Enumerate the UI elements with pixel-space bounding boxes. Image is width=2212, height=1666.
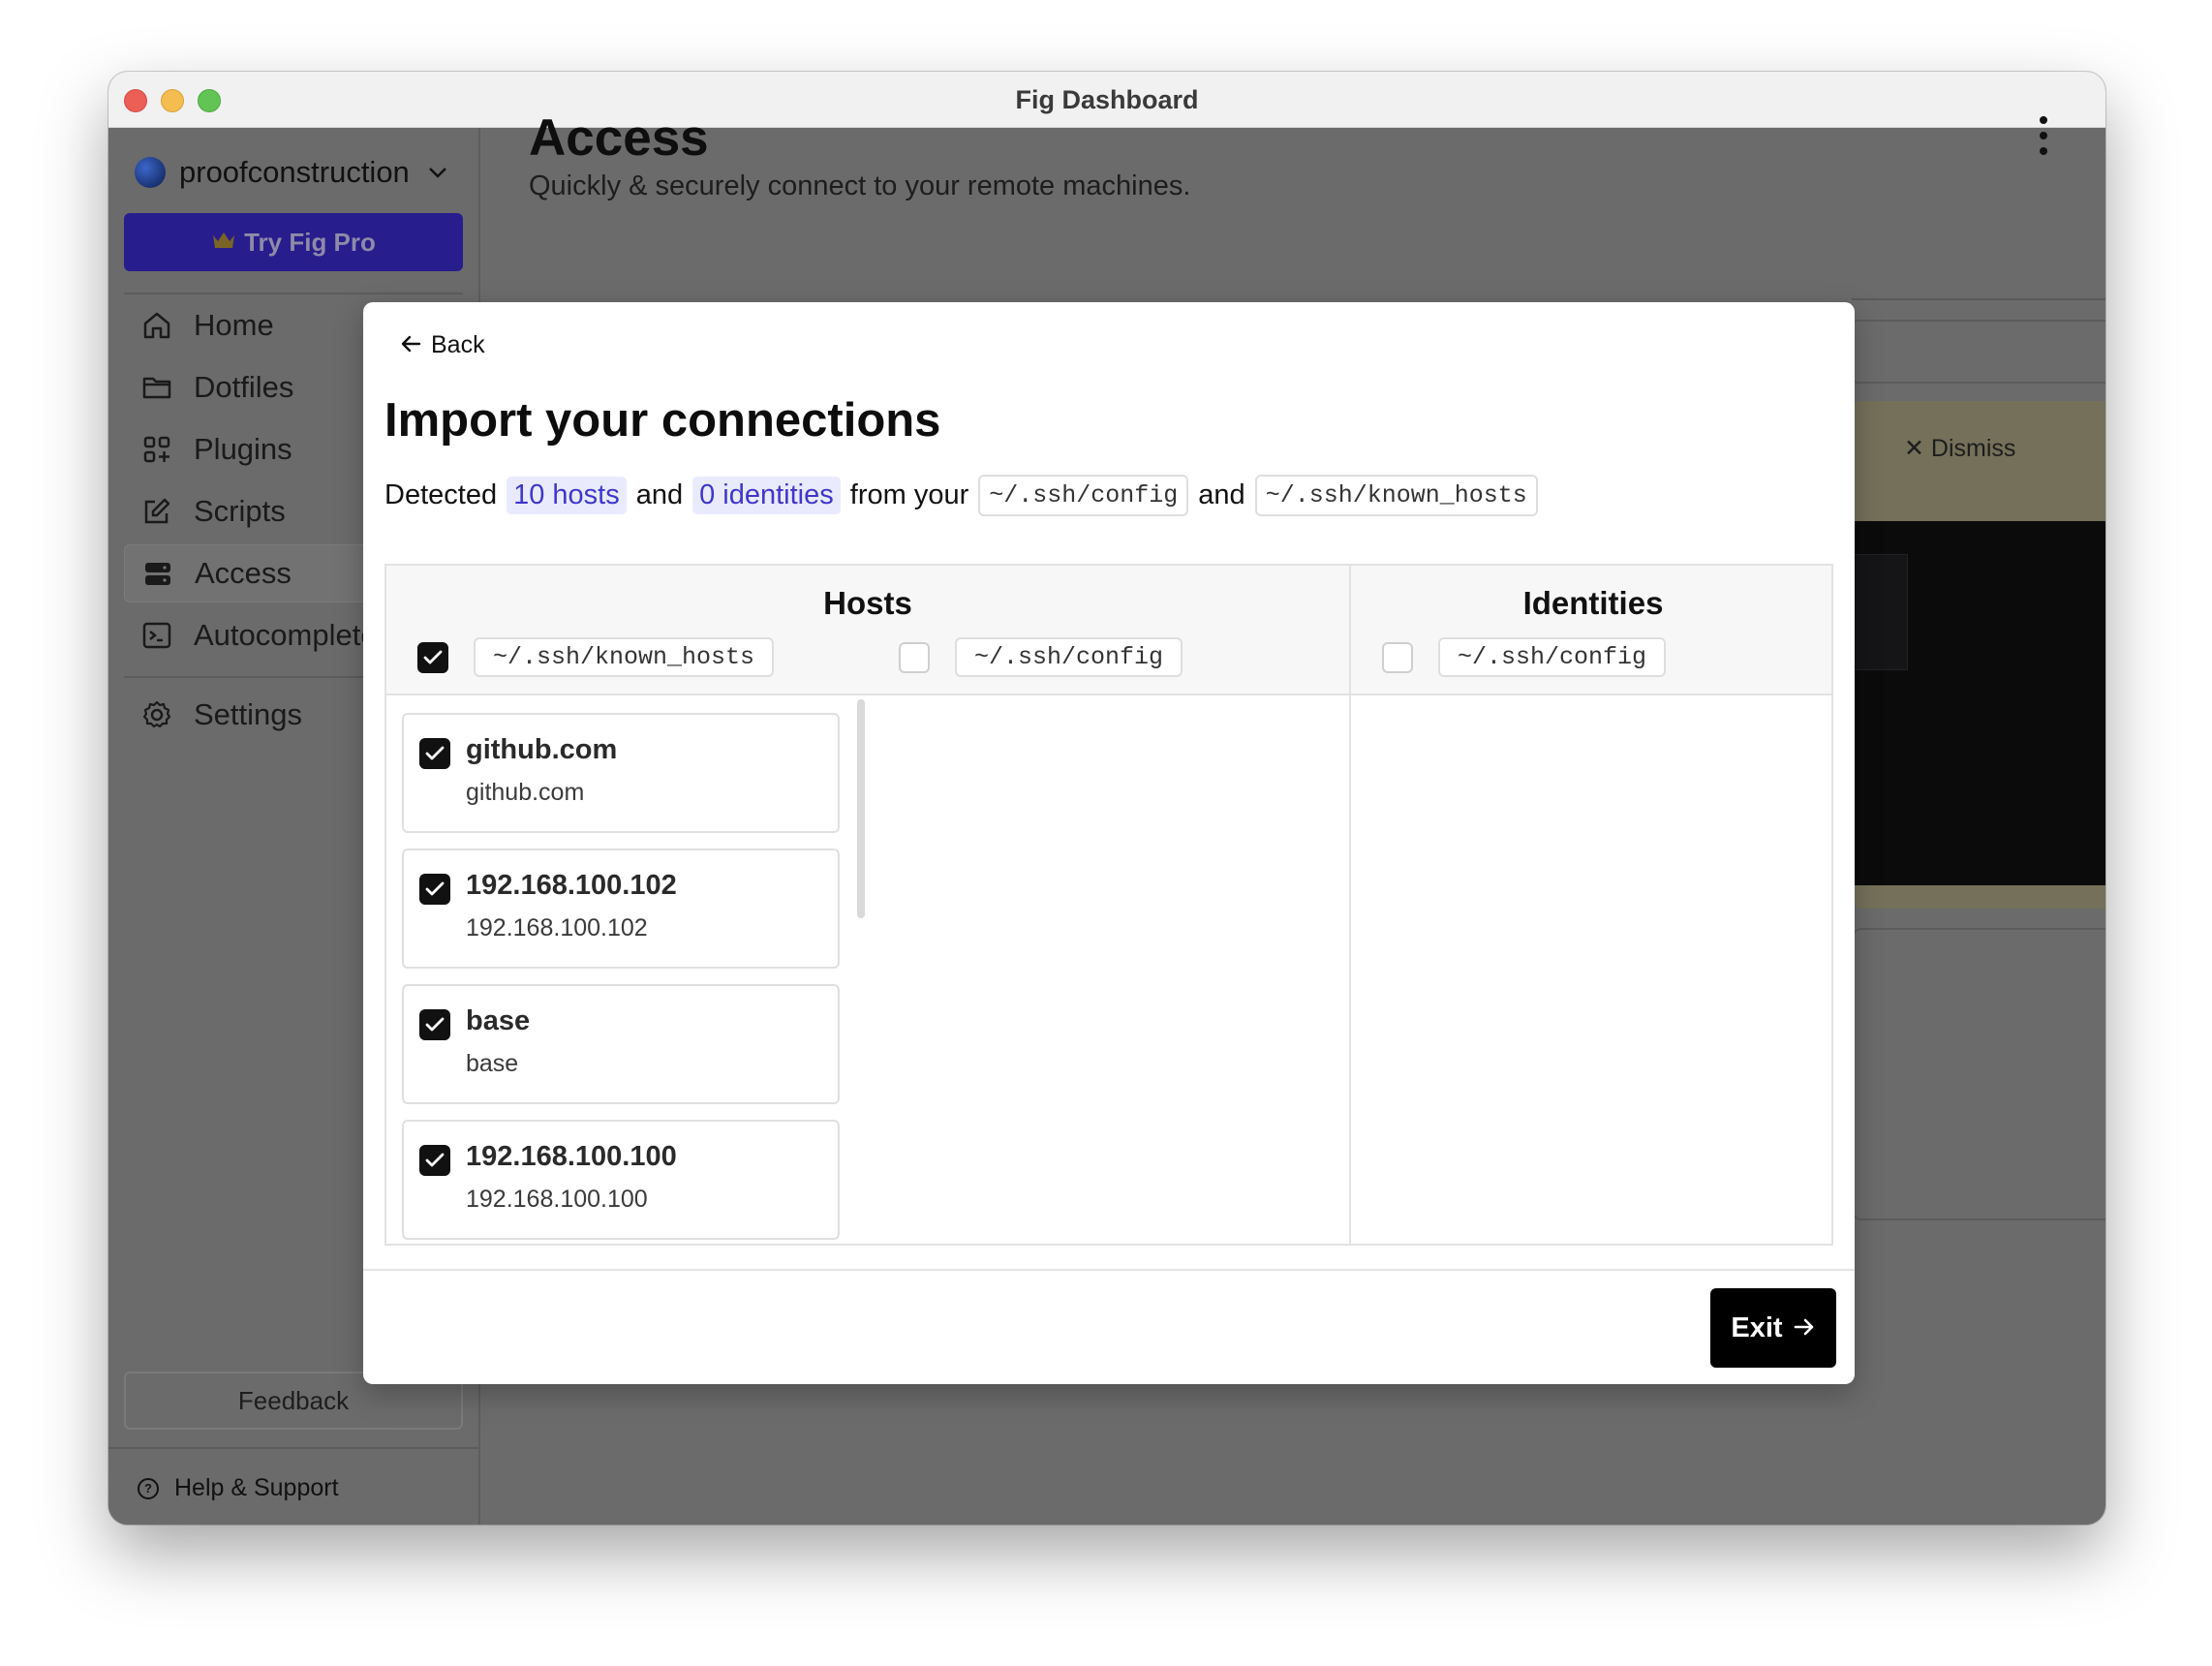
title-bar: Fig Dashboard bbox=[108, 72, 2105, 128]
page-title: Access bbox=[529, 109, 709, 167]
folder-icon bbox=[139, 370, 174, 405]
detected-summary: Detected 10 hosts and 0 identities from … bbox=[384, 475, 1538, 516]
try-pro-button[interactable]: Try Fig Pro bbox=[124, 213, 463, 271]
identities-column-title: Identities bbox=[1522, 585, 1664, 621]
host-checkbox[interactable] bbox=[419, 738, 450, 769]
sidebar-item-label: Access bbox=[195, 556, 292, 590]
try-pro-label: Try Fig Pro bbox=[244, 227, 376, 257]
sidebar-item-label: Scripts bbox=[194, 494, 286, 528]
sidebar-divider bbox=[108, 1447, 480, 1449]
sidebar-item-label: Plugins bbox=[194, 432, 292, 466]
chevron-down-icon bbox=[427, 160, 448, 185]
divider bbox=[1852, 298, 2105, 300]
workspace-avatar bbox=[135, 157, 166, 188]
host-card[interactable]: github.com github.com bbox=[402, 713, 840, 833]
host-address: 192.168.100.100 bbox=[466, 1186, 648, 1213]
filter-checkbox[interactable] bbox=[417, 641, 448, 673]
detected-text: from your bbox=[849, 479, 969, 510]
filter-checkbox[interactable] bbox=[1382, 641, 1413, 673]
edit-icon bbox=[139, 494, 174, 529]
host-card[interactable]: 192.168.100.102 192.168.100.102 bbox=[402, 848, 840, 969]
host-name: base bbox=[466, 1005, 531, 1036]
help-support-link[interactable]: ? Help & Support bbox=[138, 1474, 339, 1502]
server-icon bbox=[140, 556, 175, 591]
workspace-switcher[interactable]: proofconstruction bbox=[135, 155, 448, 190]
host-checkbox[interactable] bbox=[419, 1009, 450, 1040]
filter-ssh-config-hosts[interactable]: ~/.ssh/config bbox=[899, 637, 1183, 677]
search-input[interactable]: / bbox=[1852, 320, 2105, 384]
home-icon bbox=[139, 308, 174, 343]
gear-icon bbox=[139, 697, 174, 732]
detected-text: and bbox=[635, 479, 684, 510]
sidebar-item-label: Settings bbox=[194, 697, 303, 731]
crown-icon bbox=[211, 228, 236, 258]
detected-text: and bbox=[1198, 479, 1245, 510]
sidebar-item-label: Dotfiles bbox=[194, 370, 294, 404]
filter-label: ~/.ssh/config bbox=[955, 637, 1183, 677]
sidebar-item-label: Home bbox=[194, 308, 274, 342]
identities-count-badge: 0 identities bbox=[692, 477, 841, 514]
arrow-right-icon bbox=[1793, 1312, 1816, 1344]
hosts-count-badge: 10 hosts bbox=[507, 477, 627, 514]
connections-card bbox=[1852, 928, 2105, 1220]
known-hosts-path: ~/.ssh/known_hosts bbox=[1254, 475, 1538, 516]
page-subtitle: Quickly & securely connect to your remot… bbox=[529, 170, 1191, 201]
host-address: 192.168.100.102 bbox=[466, 914, 648, 941]
detected-text: Detected bbox=[384, 479, 498, 510]
exit-label: Exit bbox=[1731, 1311, 1783, 1343]
filter-label: ~/.ssh/config bbox=[1438, 637, 1667, 677]
workspace-name: proofconstruction bbox=[179, 155, 410, 189]
close-icon: ✕ bbox=[1904, 435, 1931, 462]
dismiss-label: Dismiss bbox=[1930, 435, 2016, 462]
column-divider bbox=[1349, 566, 1351, 1244]
app-window: Fig Dashboard proofconstruction Try Fig … bbox=[108, 72, 2105, 1525]
back-button[interactable]: Back bbox=[400, 331, 485, 359]
host-name: 192.168.100.100 bbox=[466, 1141, 677, 1172]
host-address: base bbox=[466, 1050, 519, 1077]
sidebar-item-label: Autocomplete bbox=[194, 618, 378, 652]
hosts-scrollbar[interactable] bbox=[857, 699, 865, 918]
filter-checkbox[interactable] bbox=[899, 641, 930, 673]
host-name: 192.168.100.102 bbox=[466, 870, 677, 901]
video-thumbnail bbox=[1852, 554, 1908, 670]
exit-button[interactable]: Exit bbox=[1710, 1288, 1836, 1368]
host-checkbox[interactable] bbox=[419, 1145, 450, 1176]
back-label: Back bbox=[431, 331, 485, 358]
import-connections-modal: Back Import your connections Detected 10… bbox=[363, 302, 1855, 1384]
filter-ssh-config-identities[interactable]: ~/.ssh/config bbox=[1382, 637, 1667, 677]
arrow-left-icon bbox=[400, 331, 421, 359]
window-title: Fig Dashboard bbox=[1015, 85, 1199, 114]
help-label: Help & Support bbox=[174, 1474, 339, 1501]
modal-footer-divider bbox=[363, 1269, 1855, 1271]
host-address: github.com bbox=[466, 779, 585, 806]
more-options-icon[interactable] bbox=[2036, 116, 2051, 155]
host-name: github.com bbox=[466, 734, 618, 765]
filter-label: ~/.ssh/known_hosts bbox=[474, 637, 775, 677]
filter-known-hosts[interactable]: ~/.ssh/known_hosts bbox=[417, 637, 775, 677]
ssh-config-path: ~/.ssh/config bbox=[978, 475, 1189, 516]
plugins-icon bbox=[139, 432, 174, 467]
host-card[interactable]: 192.168.100.100 192.168.100.100 bbox=[402, 1120, 840, 1240]
host-checkbox[interactable] bbox=[419, 874, 450, 905]
host-card[interactable]: base base bbox=[402, 984, 840, 1104]
import-panel: Hosts Identities ~/.ssh/known_hosts ~/.s… bbox=[384, 564, 1833, 1246]
help-icon: ? bbox=[138, 1477, 159, 1499]
sidebar-divider bbox=[124, 293, 463, 294]
terminal-icon bbox=[139, 618, 174, 653]
promo-video[interactable] bbox=[1852, 521, 2105, 885]
modal-title: Import your connections bbox=[384, 394, 941, 447]
dismiss-button[interactable]: ✕ Dismiss bbox=[1904, 434, 2015, 463]
hosts-column-title: Hosts bbox=[823, 585, 912, 621]
